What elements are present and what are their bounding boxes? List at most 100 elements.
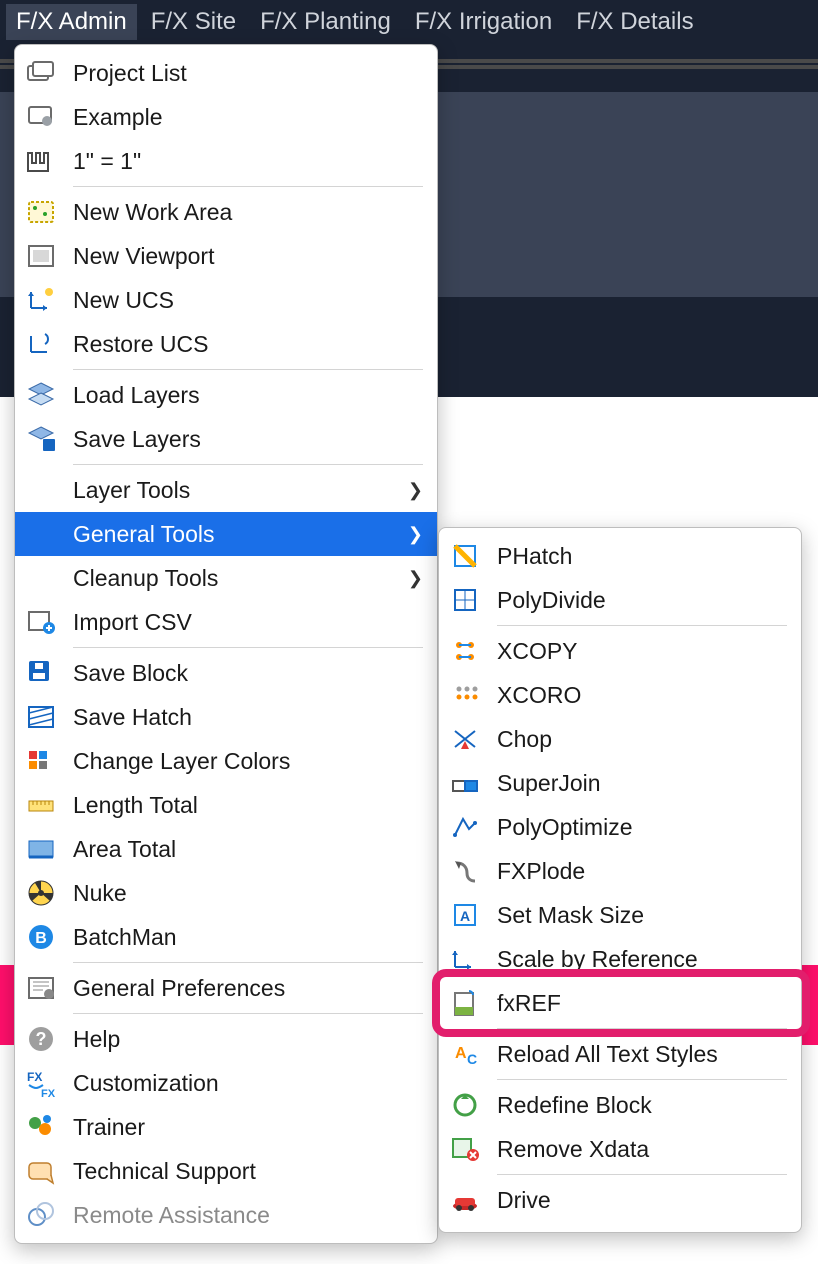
separator — [73, 464, 423, 465]
menu-icon-slot — [25, 57, 63, 89]
menu-icon-slot — [25, 101, 63, 133]
area-total-icon — [25, 833, 57, 865]
menu-item[interactable]: Load Layers — [15, 373, 437, 417]
menu-item[interactable]: PolyDivide — [439, 578, 801, 622]
menu-icon-slot — [449, 987, 487, 1019]
menu-item-label: fxREF — [487, 990, 787, 1017]
import-csv-icon — [25, 606, 57, 638]
xcoro-icon — [449, 679, 481, 711]
menu-icon-slot — [25, 877, 63, 909]
menu-item-label: New Viewport — [63, 243, 423, 270]
menu-item[interactable]: Length Total — [15, 783, 437, 827]
menu-icon-slot — [449, 1089, 487, 1121]
submenu-arrow-icon: ❯ — [408, 524, 423, 545]
menu-item[interactable]: New UCS — [15, 278, 437, 322]
menubar-item[interactable]: F/X Details — [566, 4, 703, 40]
menu-icon-slot — [449, 899, 487, 931]
menu-item[interactable]: XCORO — [439, 673, 801, 717]
menu-item[interactable]: Save Block — [15, 651, 437, 695]
separator — [73, 647, 423, 648]
menu-item[interactable]: Reload All Text Styles — [439, 1032, 801, 1076]
menu-item[interactable]: Remote Assistance — [15, 1193, 437, 1237]
menu-item-label: Nuke — [63, 880, 423, 907]
menu-item[interactable]: Chop — [439, 717, 801, 761]
work-area-icon — [25, 196, 57, 228]
menu-item[interactable]: PolyOptimize — [439, 805, 801, 849]
menu-item[interactable]: Restore UCS — [15, 322, 437, 366]
load-layers-icon — [25, 379, 57, 411]
phatch-icon — [449, 540, 481, 572]
menu-item[interactable]: Set Mask Size — [439, 893, 801, 937]
folders-icon — [25, 57, 57, 89]
menu-item-label: Help — [63, 1026, 423, 1053]
save-block-icon — [25, 657, 57, 689]
menu-item[interactable]: Trainer — [15, 1105, 437, 1149]
menu-item[interactable]: New Work Area — [15, 190, 437, 234]
fx-admin-dropdown: Project ListExample 1" = 1" New Work Area N… — [14, 44, 438, 1244]
example-icon — [25, 101, 57, 133]
menubar-item[interactable]: F/X Planting — [250, 4, 401, 40]
menu-item[interactable]: Scale by Reference — [439, 937, 801, 981]
menu-item[interactable]: 1" = 1" — [15, 139, 437, 183]
menu-item[interactable]: BatchMan — [15, 915, 437, 959]
menu-item[interactable]: Redefine Block — [439, 1083, 801, 1127]
menubar-item[interactable]: F/X Admin — [6, 4, 137, 40]
menu-icon-slot — [25, 657, 63, 689]
menu-icon-slot — [25, 789, 63, 821]
remove-xdata-icon — [449, 1133, 481, 1165]
ucs-new-icon — [25, 284, 57, 316]
remote-icon — [25, 1199, 57, 1231]
menu-item[interactable]: Customization — [15, 1061, 437, 1105]
menu-item[interactable]: Import CSV — [15, 600, 437, 644]
menu-item[interactable]: fxREF — [439, 981, 801, 1025]
menu-icon-slot — [25, 1155, 63, 1187]
menu-item[interactable]: Nuke — [15, 871, 437, 915]
menu-item-label: Trainer — [63, 1114, 423, 1141]
menu-item[interactable]: Area Total — [15, 827, 437, 871]
menu-item[interactable]: Help — [15, 1017, 437, 1061]
menu-item[interactable]: General Tools❯ — [15, 512, 437, 556]
menu-item[interactable]: Drive — [439, 1178, 801, 1222]
length-total-icon — [25, 789, 57, 821]
reload-text-icon — [449, 1038, 481, 1070]
menu-item[interactable]: New Viewport — [15, 234, 437, 278]
menu-icon-slot — [25, 196, 63, 228]
menu-item-label: Customization — [63, 1070, 423, 1097]
separator — [497, 1174, 787, 1175]
menu-item[interactable]: Change Layer Colors — [15, 739, 437, 783]
drive-icon — [449, 1184, 481, 1216]
menu-item-label: FXPlode — [487, 858, 787, 885]
menu-item[interactable]: PHatch — [439, 534, 801, 578]
submenu-arrow-icon: ❯ — [408, 480, 423, 501]
menu-item[interactable]: FXPlode — [439, 849, 801, 893]
menu-item[interactable]: Example — [15, 95, 437, 139]
menu-item[interactable]: Project List — [15, 51, 437, 95]
menu-item[interactable]: Layer Tools❯ — [15, 468, 437, 512]
general-tools-submenu: PHatchPolyDivide XCOPY XCORO Chop SuperJoinP… — [438, 527, 802, 1233]
scale-ref-icon — [449, 943, 481, 975]
menubar-item[interactable]: F/X Site — [141, 4, 246, 40]
ucs-restore-icon — [25, 328, 57, 360]
menu-item[interactable]: XCOPY — [439, 629, 801, 673]
viewport-icon — [25, 240, 57, 272]
menu-item-label: Set Mask Size — [487, 902, 787, 929]
menu-item-label: XCOPY — [487, 638, 787, 665]
menu-icon-slot — [25, 1111, 63, 1143]
menu-item-label: 1" = 1" — [63, 148, 423, 175]
menu-item[interactable]: SuperJoin — [439, 761, 801, 805]
menubar-item[interactable]: F/X Irrigation — [405, 4, 562, 40]
polyoptimize-icon — [449, 811, 481, 843]
fxref-icon — [449, 987, 481, 1019]
menu-item[interactable]: Cleanup Tools❯ — [15, 556, 437, 600]
menu-item[interactable]: Technical Support — [15, 1149, 437, 1193]
menu-item[interactable]: General Preferences — [15, 966, 437, 1010]
menu-item-label: Chop — [487, 726, 787, 753]
menu-item[interactable]: Save Hatch — [15, 695, 437, 739]
menu-item[interactable]: Remove Xdata — [439, 1127, 801, 1171]
menu-item[interactable]: Save Layers — [15, 417, 437, 461]
submenu-arrow-icon: ❯ — [408, 568, 423, 589]
scale-icon — [25, 145, 57, 177]
menu-icon-slot — [25, 606, 63, 638]
menubar: F/X AdminF/X SiteF/X PlantingF/X Irrigat… — [0, 0, 818, 44]
menu-icon-slot — [25, 833, 63, 865]
